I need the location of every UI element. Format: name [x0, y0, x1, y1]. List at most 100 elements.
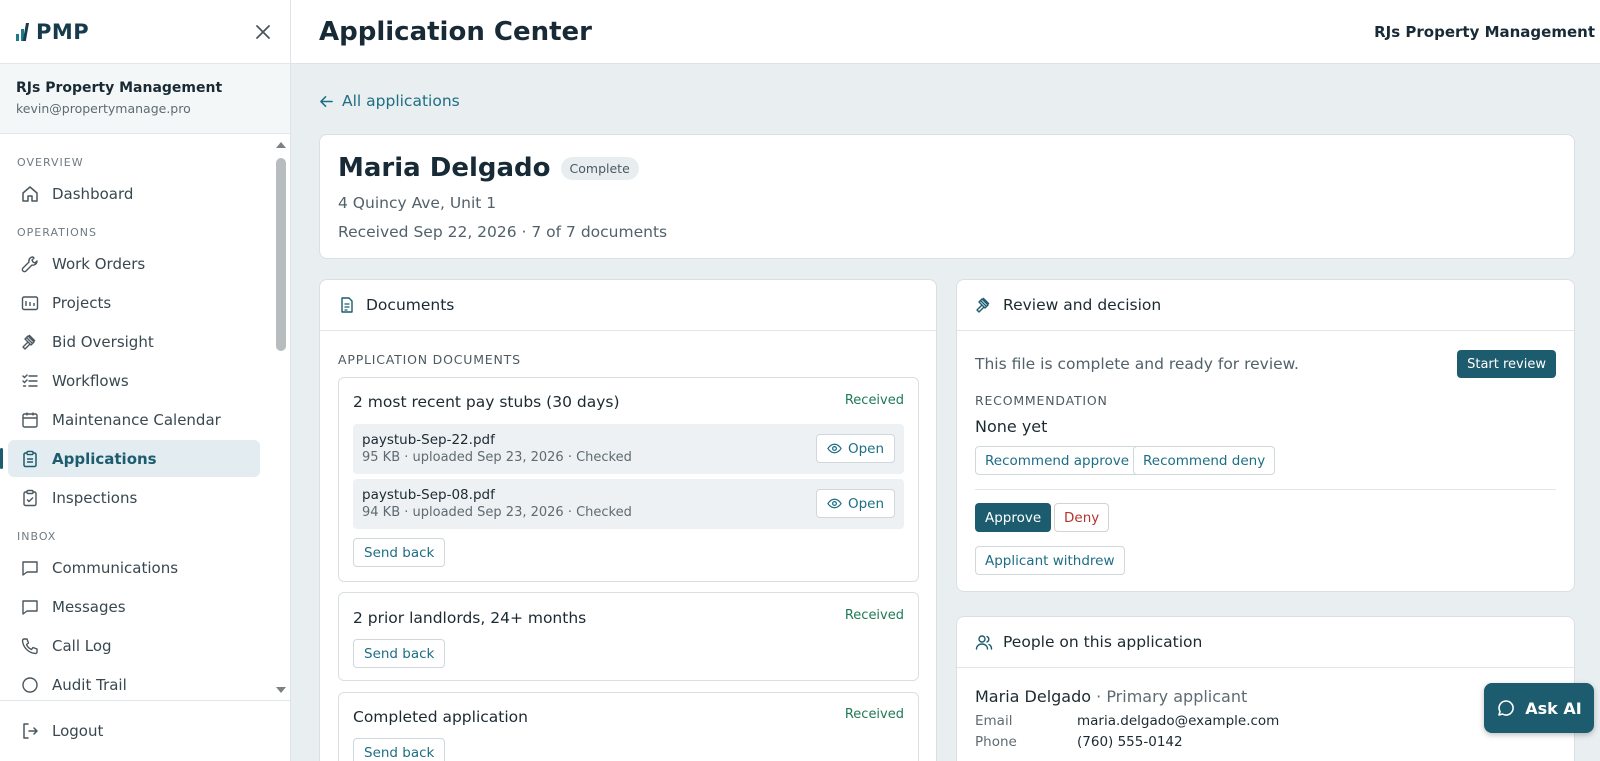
file-name: paystub-Sep-08.pdf — [362, 487, 495, 503]
gavel-icon — [22, 334, 36, 350]
file-row: paystub-Sep-08.pdf 94 KB · uploaded Sep … — [353, 479, 904, 529]
received-status: Received — [844, 707, 904, 722]
eye-icon — [827, 443, 842, 454]
page-title: Application Center — [319, 16, 592, 47]
scroll-up-arrow-icon[interactable] — [276, 142, 286, 148]
file-name: paystub-Sep-22.pdf — [362, 432, 495, 448]
application-documents-caption: APPLICATION DOCUMENTS — [338, 352, 521, 367]
scroll-down-arrow-icon[interactable] — [276, 687, 286, 693]
email-row: Email maria.delgado@example.com — [975, 713, 1279, 729]
divider — [975, 489, 1556, 490]
people-icon — [975, 635, 993, 650]
received-summary: Received Sep 22, 2026 · 7 of 7 documents — [338, 223, 668, 241]
approve-button[interactable]: Approve — [975, 503, 1052, 532]
all-applications-link[interactable]: All applications — [319, 92, 460, 110]
message-icon — [22, 599, 38, 615]
sidebar-item-workflows[interactable]: Workflows — [8, 362, 260, 399]
logout-button[interactable]: Logout — [0, 700, 290, 761]
send-back-button[interactable]: Send back — [353, 639, 446, 668]
doc-group-completed-application: Completed application Received Send back — [338, 692, 919, 761]
clipboard-icon — [23, 450, 37, 467]
org-switcher[interactable]: RJs Property Management kevin@propertyma… — [0, 64, 290, 134]
sidebar-item-inspections[interactable]: Inspections — [8, 479, 260, 516]
sidebar-item-label: Workflows — [52, 371, 129, 390]
property-address: 4 Quincy Ave, Unit 1 — [338, 194, 497, 212]
review-card-header: Review and decision — [957, 280, 1574, 331]
file-meta: 95 KB · uploaded Sep 23, 2026 · Checked — [362, 450, 632, 465]
sidebar-item-audit-trail[interactable]: Audit Trail — [8, 666, 260, 701]
received-status: Received — [844, 393, 904, 408]
doc-group-pay-stubs: 2 most recent pay stubs (30 days) Receiv… — [338, 377, 919, 582]
logo[interactable]: PMP — [16, 20, 89, 44]
logout-icon — [23, 723, 38, 739]
calendar-icon — [22, 412, 38, 428]
sidebar-item-label: Work Orders — [52, 254, 146, 273]
chat-bubble-icon — [1498, 700, 1515, 716]
sidebar-item-label: Bid Oversight — [52, 332, 154, 351]
wrench-icon — [21, 255, 38, 272]
sidebar-item-bid-oversight[interactable]: Bid Oversight — [8, 323, 260, 360]
sidebar-item-label: Dashboard — [52, 184, 134, 203]
org-name: RJs Property Management — [16, 80, 223, 96]
sidebar-item-label: Projects — [52, 293, 112, 312]
phone-icon — [21, 637, 38, 654]
review-card: Review and decision This file is complet… — [956, 279, 1575, 592]
sidebar-item-communications[interactable]: Communications — [8, 549, 260, 586]
recommend-approve-button[interactable]: Recommend approve — [975, 446, 1140, 475]
nav-section-operations: OPERATIONS — [17, 226, 97, 239]
documents-card-header: Documents — [320, 280, 936, 331]
sidebar-item-label: Applications — [52, 449, 157, 468]
org-menu[interactable]: RJs Property Management — [1374, 23, 1595, 41]
email-value[interactable]: maria.delgado@example.com — [1077, 713, 1279, 729]
home-icon — [22, 185, 38, 202]
sidebar: PMP RJs Property Management kevin@proper… — [0, 0, 291, 761]
open-file-button[interactable]: Open — [815, 434, 895, 463]
sidebar-item-label: Audit Trail — [52, 675, 127, 694]
checklist-icon — [22, 373, 38, 387]
open-file-button[interactable]: Open — [815, 489, 895, 518]
sidebar-item-messages[interactable]: Messages — [8, 588, 260, 625]
open-label: Open — [847, 495, 884, 512]
people-card-header: People on this application — [957, 617, 1574, 668]
sidebar-item-call-log[interactable]: Call Log — [8, 627, 260, 664]
ask-ai-button[interactable]: Ask AI — [1484, 683, 1594, 733]
people-title: People on this application — [1003, 633, 1203, 651]
document-icon — [341, 297, 353, 313]
review-body: This file is complete and ready for revi… — [957, 331, 1574, 591]
nav-section-inbox: INBOX — [17, 530, 57, 543]
phone-value[interactable]: (760) 555-0142 — [1077, 734, 1183, 750]
recommendation-caption: RECOMMENDATION — [975, 393, 1108, 408]
documents-title: Documents — [366, 296, 455, 314]
email-label: Email — [975, 713, 1013, 729]
recommend-deny-button[interactable]: Recommend deny — [1133, 446, 1276, 475]
gavel-icon — [976, 297, 990, 313]
sidebar-item-label: Maintenance Calendar — [52, 410, 221, 429]
main-content: All applications Maria Delgado Complete … — [291, 64, 1600, 761]
ask-ai-label: Ask AI — [1525, 698, 1582, 718]
sidebar-nav: OVERVIEW Dashboard OPERATIONS Work Order… — [0, 134, 290, 701]
folder-icon — [21, 295, 39, 310]
sidebar-item-applications[interactable]: Applications — [0, 440, 260, 477]
ready-text: This file is complete and ready for revi… — [975, 355, 1299, 373]
sidebar-item-label: Call Log — [52, 636, 112, 655]
nav-section-overview: OVERVIEW — [17, 156, 84, 169]
sidebar-item-work-orders[interactable]: Work Orders — [8, 245, 260, 282]
logout-label: Logout — [52, 722, 104, 740]
open-label: Open — [847, 440, 884, 457]
send-back-button[interactable]: Send back — [353, 738, 446, 761]
phone-label: Phone — [975, 734, 1017, 750]
received-status: Received — [844, 608, 904, 623]
eye-icon — [827, 498, 842, 509]
sidebar-scrollbar[interactable] — [274, 140, 286, 695]
send-back-button[interactable]: Send back — [353, 538, 446, 567]
sidebar-item-maintenance-calendar[interactable]: Maintenance Calendar — [8, 401, 260, 438]
start-review-button[interactable]: Start review — [1457, 350, 1556, 378]
scroll-thumb[interactable] — [276, 158, 286, 351]
logo-bars-icon — [16, 22, 29, 41]
sidebar-item-projects[interactable]: Projects — [8, 284, 260, 321]
applicant-withdrew-button[interactable]: Applicant withdrew — [975, 546, 1125, 575]
file-row: paystub-Sep-22.pdf 95 KB · uploaded Sep … — [353, 424, 904, 474]
deny-button[interactable]: Deny — [1054, 503, 1110, 532]
sidebar-item-dashboard[interactable]: Dashboard — [8, 175, 260, 212]
close-sidebar-button[interactable] — [252, 21, 274, 43]
